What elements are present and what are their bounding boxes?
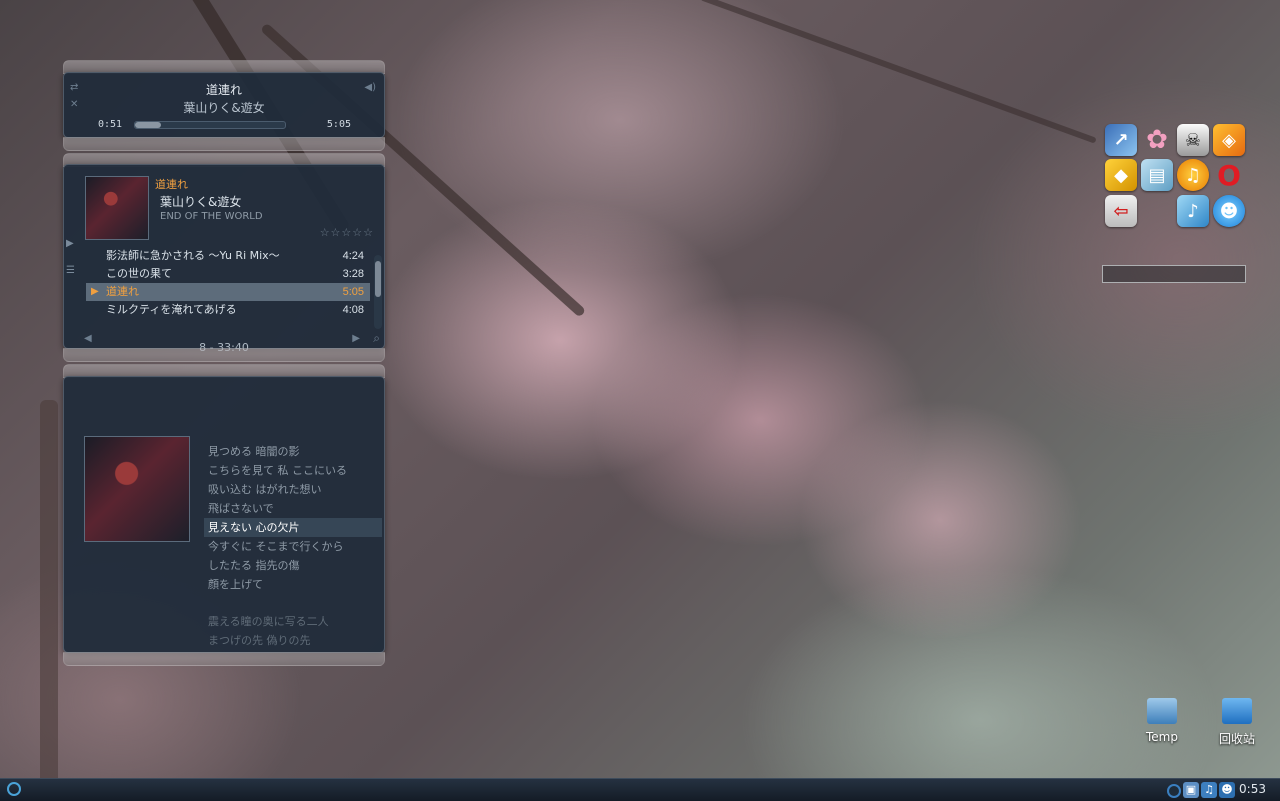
folder-icon (1147, 698, 1177, 724)
now-playing-artist: 葉山りく&遊女 (183, 101, 265, 115)
desktop-icon-label: 回收站 (1218, 732, 1255, 746)
desktop-search-box[interactable] (1102, 265, 1246, 283)
menu-side-icon[interactable]: ☰ (66, 265, 75, 276)
exit-app-icon[interactable]: ⇦ (1105, 195, 1137, 227)
lyrics-list: 見つめる 暗闇の影 こちらを見て 私 ここにいる 吸い込む はがれた想い 飛ばさ… (204, 442, 382, 650)
scroll-right-icon[interactable]: ▶ (352, 333, 360, 344)
notepad-app-icon[interactable]: ▤ (1141, 159, 1173, 191)
music-tray-icon[interactable]: ♫ (1201, 782, 1217, 798)
lyric-line: 飛ばさないで (208, 502, 274, 515)
network-tray-icon[interactable] (1167, 784, 1181, 798)
lyric-line: こちらを見て 私 ここにいる (208, 464, 347, 477)
wallpaper-branch (40, 400, 58, 800)
now-playing-title: 道連れ (205, 83, 242, 97)
scroll-thumb[interactable] (375, 261, 381, 297)
wallpaper-branch (700, 0, 1097, 144)
album-cover-large (84, 436, 190, 542)
playlist-scrollbar[interactable] (374, 255, 382, 329)
track-duration: 4:24 (342, 250, 364, 262)
display-tray-icon[interactable]: ▣ (1183, 782, 1199, 798)
playlist-panel: ▶ ☰ 道連れ 葉山りく&遊女 END OF THE WORLD ☆☆☆☆☆ 影… (63, 164, 385, 354)
opera-icon[interactable]: O (1213, 159, 1245, 192)
lyric-line: 顔を上げて (208, 578, 263, 591)
desktop-icon-temp[interactable]: Temp (1130, 698, 1194, 744)
track-row[interactable]: ミルクティを淹れてあげる 4:08 (86, 301, 370, 319)
lyric-line: したたる 指先の傷 (208, 559, 300, 572)
qq-tray-icon[interactable]: ☻ (1219, 782, 1235, 798)
taskbar: ▣ ♫ ☻ 0:53 (0, 778, 1280, 801)
playlist-now-title: 道連れ (155, 178, 188, 191)
cube-app-icon[interactable]: ◈ (1213, 124, 1245, 156)
track-row[interactable]: 影法師に急かされる 〜Yu Ri Mix〜 4:24 (86, 247, 370, 265)
qq-penguin-icon[interactable]: ☻ (1213, 195, 1245, 227)
lyric-line (204, 594, 382, 612)
track-name: ミルクティを淹れてあげる (106, 303, 237, 316)
mini-player: ⇄ ✕ ◀) 道連れ 葉山りく&遊女 0:51 5:05 (63, 72, 385, 138)
start-button[interactable] (7, 782, 21, 796)
track-list: 影法師に急かされる 〜Yu Ri Mix〜 4:24 この世の果て 3:28 ▶ 道連… (86, 247, 370, 325)
lyric-line: 見つめる 暗闇の影 (208, 445, 300, 458)
track-row-partial[interactable] (86, 319, 370, 325)
track-name: 道連れ (106, 285, 139, 298)
playlist-now-artist: 葉山りく&遊女 (160, 195, 242, 209)
track-row-active[interactable]: ▶ 道連れ 5:05 (86, 283, 370, 301)
mini-player-bottom-handle[interactable] (63, 137, 385, 151)
lyrics-panel: 見つめる 暗闇の影 こちらを見て 私 ここにいる 吸い込む はがれた想い 飛ばさ… (63, 376, 385, 653)
total-time: 5:05 (326, 119, 351, 130)
recycle-bin-icon (1222, 698, 1252, 724)
taskbar-clock: 0:53 (1239, 782, 1266, 796)
elapsed-time: 0:51 (98, 119, 123, 130)
play-side-icon[interactable]: ▶ (66, 238, 74, 249)
lyric-line: 今すぐに そこまで行くから (208, 540, 344, 553)
playlist-bottom-handle[interactable] (63, 348, 385, 362)
lyrics-bottom-handle[interactable] (63, 652, 385, 666)
track-name: この世の果て (106, 267, 172, 280)
music-note-app-icon[interactable]: ♪ (1177, 195, 1209, 227)
track-duration: 5:05 (342, 286, 364, 298)
lyric-line: まつげの先 偽りの先 (208, 634, 311, 647)
playlist-now-album: END OF THE WORLD (160, 211, 263, 222)
desktop-icon-recycle-bin[interactable]: 回收站 (1205, 698, 1269, 747)
desktop-icon-label: Temp (1146, 730, 1178, 744)
track-duration: 3:28 (342, 268, 364, 280)
track-duration: 4:08 (342, 304, 364, 316)
flower-app-icon[interactable]: ✿ (1141, 124, 1173, 156)
track-name: 影法師に急かされる 〜Yu Ri Mix〜 (106, 249, 280, 262)
album-cover-small (85, 176, 149, 240)
lyric-line: 吸い込む はがれた想い (208, 483, 322, 496)
track-row[interactable]: この世の果て 3:28 (86, 265, 370, 283)
rating-stars[interactable]: ☆☆☆☆☆ (320, 226, 374, 239)
box-app-icon[interactable]: ◆ (1105, 159, 1137, 191)
search-icon[interactable]: ⌕ (373, 331, 380, 346)
headphones-app-icon[interactable]: ♫ (1177, 159, 1209, 191)
lyric-line: 震える瞳の奥に写る二人 (208, 615, 329, 628)
seek-bar-fill (135, 122, 161, 128)
alien-app-icon[interactable]: ☠ (1177, 124, 1209, 156)
lyric-line-current: 見えない 心の欠片 (204, 518, 382, 537)
playing-indicator-icon: ▶ (91, 286, 99, 297)
graph-app-icon[interactable]: ↗ (1105, 124, 1137, 156)
seek-bar[interactable] (134, 121, 286, 129)
